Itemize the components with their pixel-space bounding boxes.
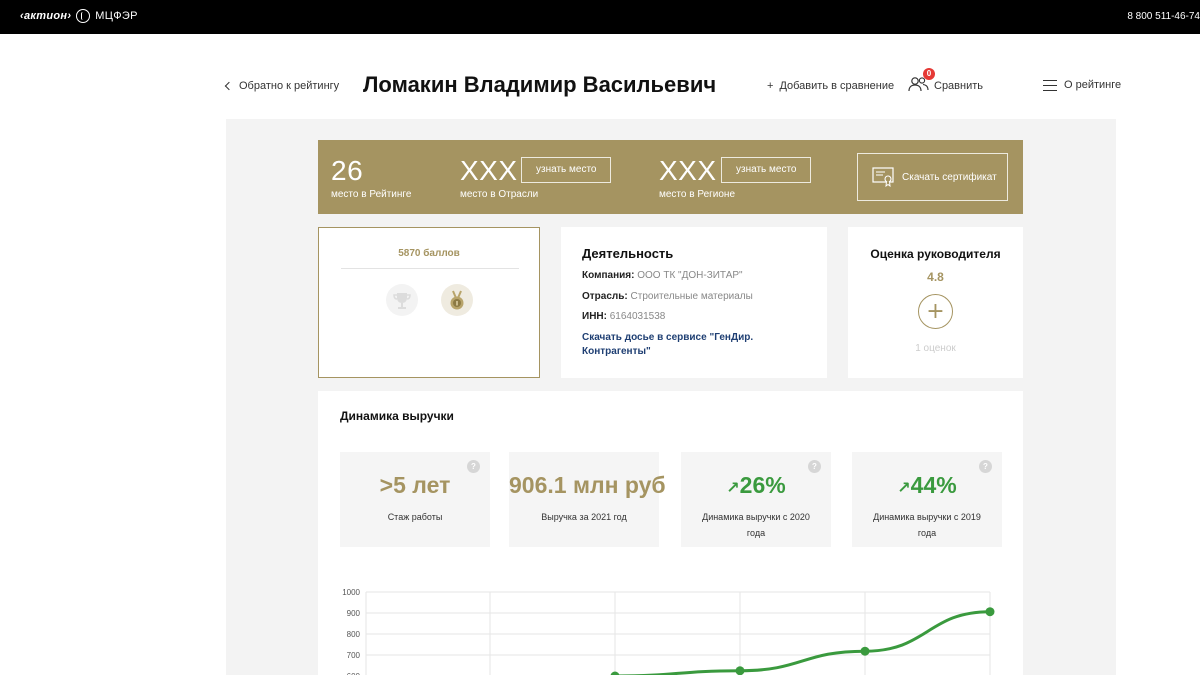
revenue-chart: 1000900800700600 <box>318 584 1023 675</box>
industry-value: Строительные материалы <box>630 291 753 302</box>
stat-value: 44% <box>910 472 957 498</box>
revenue-data-point[interactable] <box>735 666 745 675</box>
arrow-up-right-icon: ↗ <box>897 478 911 497</box>
revenue-series-line <box>614 610 991 675</box>
region-place-label: место в Регионе <box>659 189 736 200</box>
chevron-left-icon <box>224 81 234 91</box>
download-certificate-button[interactable]: Скачать сертификат <box>857 153 1008 201</box>
stat-value: 26% <box>739 472 786 498</box>
y-tick-label: 800 <box>347 630 361 639</box>
plus-icon: + <box>926 298 945 324</box>
inn-label: ИНН: <box>582 311 607 322</box>
y-tick-label: 900 <box>347 609 361 618</box>
company-value: ООО ТК "ДОН-ЗИТАР" <box>637 270 743 281</box>
stat-value: >5 лет <box>379 472 451 498</box>
stat-value: 906.1 млн руб <box>509 472 666 498</box>
list-icon <box>1043 79 1057 91</box>
y-tick-label: 700 <box>347 651 361 660</box>
compare-count-badge: 0 <box>923 68 935 80</box>
add-compare-label: Добавить в сравнение <box>779 80 895 92</box>
manager-rating-value: 4.8 <box>927 270 944 284</box>
add-to-compare-button[interactable]: + Добавить в сравнение <box>767 80 894 92</box>
industry-label: Отрасль: <box>582 291 628 302</box>
arrow-up-right-icon: ↗ <box>726 478 740 497</box>
back-label: Обратно к рейтингу <box>239 80 340 92</box>
download-dossier-link[interactable]: Скачать досье в сервисе "ГенДир. Контраг… <box>582 331 802 359</box>
phone-number[interactable]: 8 800 511-46-74 <box>1127 11 1200 22</box>
industry-place-label: место в Отрасли <box>460 189 539 200</box>
stat-caption: Выручка за 2021 год <box>541 512 627 522</box>
stat-experience: ? >5 лет Стаж работы <box>340 452 490 547</box>
stat-caption: Динамика выручки с 2020 года <box>702 512 810 538</box>
revenue-data-point[interactable] <box>860 646 870 656</box>
brand-sub-name: МЦФЭР <box>95 10 138 22</box>
medal-icon[interactable] <box>441 284 473 316</box>
revenue-title: Динамика выручки <box>340 409 454 423</box>
learn-industry-place-button[interactable]: узнать место <box>521 157 612 183</box>
stat-growth-2019: ? ↗44% Динамика выручки с 2019 года <box>852 452 1002 547</box>
learn-region-place-button[interactable]: узнать место <box>721 157 812 183</box>
stat-growth-2020: ? ↗26% Динамика выручки с 2020 года <box>681 452 831 547</box>
back-to-rating-link[interactable]: Обратно к рейтингу <box>224 80 340 92</box>
ranking-bar: 26 место в Рейтинге XXX место в Отрасли … <box>318 140 1023 214</box>
page-title: Ломакин Владимир Васильевич <box>363 72 717 97</box>
add-rating-button[interactable]: + <box>918 294 953 329</box>
y-tick-label: 1000 <box>342 588 360 597</box>
rating-count: 1 оценок <box>915 343 956 354</box>
brand-logo[interactable]: ‹актион› МЦФЭР <box>20 9 138 23</box>
stat-value-row: ↗26% <box>681 472 831 499</box>
stat-caption: Динамика выручки с 2019 года <box>873 512 981 538</box>
download-certificate-label: Скачать сертификат <box>902 171 997 183</box>
company-label: Компания: <box>582 270 635 281</box>
stat-revenue-2021: 906.1 млн руб Выручка за 2021 год <box>509 452 666 547</box>
rating-place-value: 26 <box>331 155 364 186</box>
trophy-icon[interactable] <box>386 284 418 316</box>
rating-place: 26 место в Рейтинге <box>331 155 412 201</box>
page-header: Обратно к рейтингу Ломакин Владимир Васи… <box>0 68 1200 104</box>
score-value: 5870 баллов <box>398 248 460 259</box>
activity-card: Деятельность Компания: ООО ТК "ДОН-ЗИТАР… <box>561 227 827 378</box>
activity-title: Деятельность <box>582 246 674 261</box>
stat-value-row: ↗44% <box>852 472 1002 499</box>
stat-caption: Стаж работы <box>387 512 443 522</box>
revenue-chart-svg: 1000900800700600 <box>342 588 995 675</box>
brand-name: ‹актион› <box>20 10 72 22</box>
inn-row: ИНН: 6164031538 <box>582 311 665 322</box>
top-bar: ‹актион› МЦФЭР 8 800 511-46-74 <box>0 0 1200 34</box>
manager-rating-card: Оценка руководителя 4.8 + 1 оценок <box>848 227 1023 378</box>
revenue-data-point[interactable] <box>610 671 620 675</box>
brand-emblem-icon <box>76 9 91 23</box>
inn-value: 6164031538 <box>609 311 666 322</box>
plus-icon: + <box>767 80 774 92</box>
revenue-card: Динамика выручки ? >5 лет Стаж работы 90… <box>318 391 1023 675</box>
about-rating-link[interactable]: О рейтинге <box>1043 79 1121 91</box>
company-row: Компания: ООО ТК "ДОН-ЗИТАР" <box>582 270 743 281</box>
revenue-data-point[interactable] <box>985 607 995 617</box>
industry-row: Отрасль: Строительные материалы <box>582 291 753 302</box>
rating-place-label: место в Рейтинге <box>331 189 412 200</box>
divider <box>341 268 519 269</box>
about-label: О рейтинге <box>1064 79 1122 91</box>
compare-label: Сравнить <box>934 80 984 92</box>
manager-rating-title: Оценка руководителя <box>870 247 1001 261</box>
certificate-icon <box>872 167 894 187</box>
score-card: 5870 баллов <box>318 227 540 378</box>
